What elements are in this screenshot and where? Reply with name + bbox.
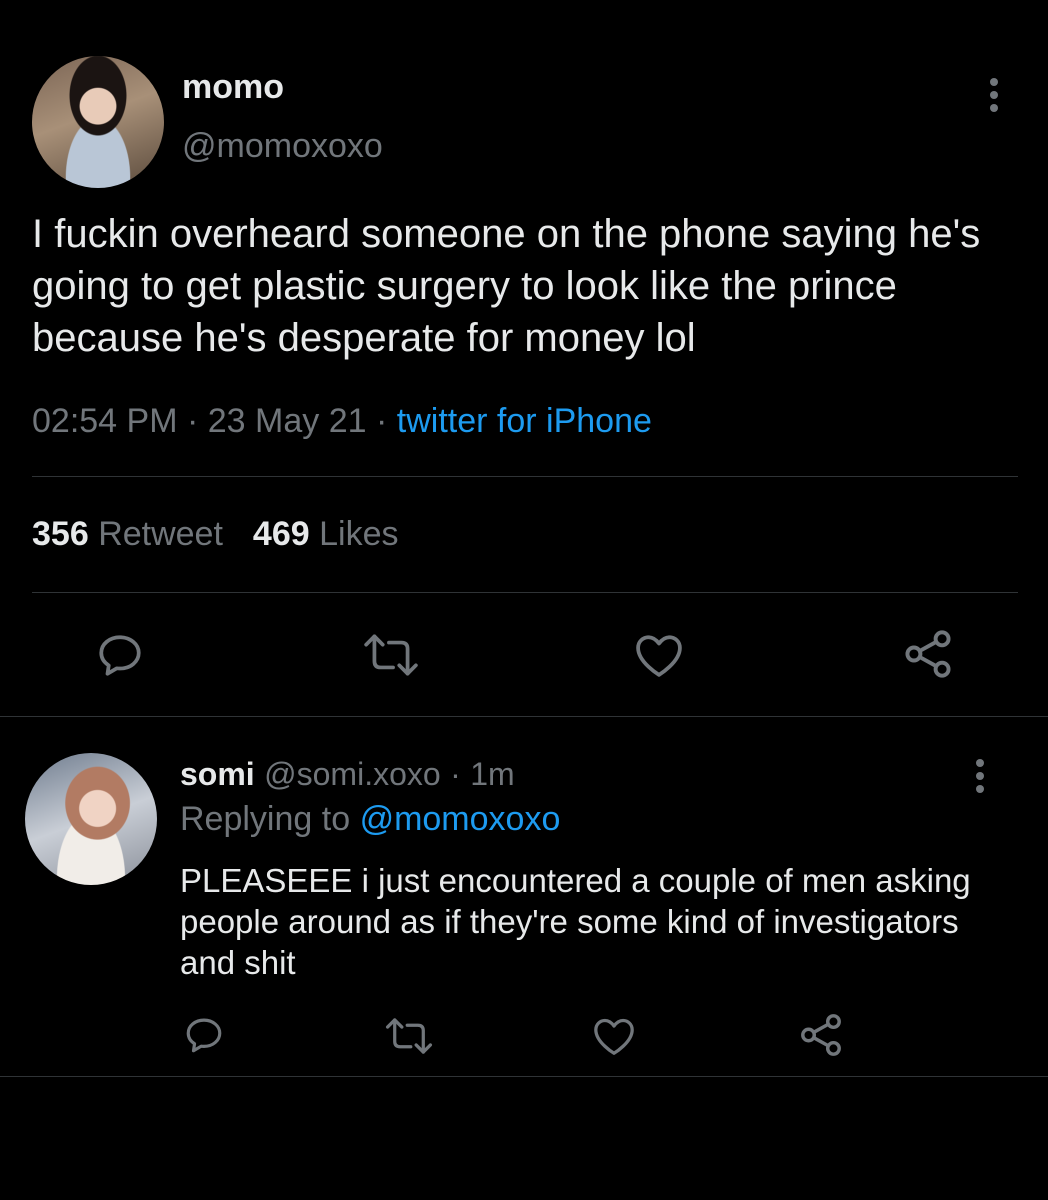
tweet-source-link[interactable]: twitter for iPhone <box>397 402 652 440</box>
divider <box>32 592 1018 593</box>
more-vertical-icon[interactable] <box>970 757 990 802</box>
retweet-count: 356 <box>32 515 89 553</box>
reply-icon[interactable] <box>94 630 146 680</box>
author-display-name[interactable]: momo <box>182 68 284 107</box>
reply-display-name[interactable]: somi <box>180 756 255 792</box>
retweet-label: Retweet <box>98 515 223 553</box>
reply-text: PLEASEEE i just encountered a couple of … <box>180 862 971 981</box>
like-stat[interactable]: 469 Likes <box>253 515 399 553</box>
reply-icon[interactable] <box>182 1014 226 1056</box>
reply-header: somi @somi.xoxo · 1m <box>180 755 515 794</box>
reply-handle[interactable]: @somi.xoxo <box>264 756 441 792</box>
like-count: 469 <box>252 515 310 553</box>
reply-avatar[interactable] <box>25 753 157 885</box>
retweet-icon[interactable] <box>362 632 420 678</box>
tweet-date: 23 May 21 <box>207 402 367 440</box>
replying-to: Replying to @momoxoxo <box>180 800 560 839</box>
meta-separator: · <box>450 756 461 792</box>
share-icon[interactable] <box>902 628 954 680</box>
heart-icon[interactable] <box>592 1016 636 1056</box>
share-icon[interactable] <box>798 1012 844 1058</box>
tweet-stats: 356 Retweet 469 Likes <box>32 515 398 554</box>
divider <box>0 716 1048 717</box>
more-vertical-icon[interactable] <box>984 76 1004 121</box>
heart-icon[interactable] <box>633 632 685 678</box>
retweet-stat[interactable]: 356 Retweet <box>32 515 223 553</box>
tweet-meta: 02:54 PM · 23 May 21 · twitter for iPhon… <box>32 402 652 441</box>
tweet-text: I fuckin overheard someone on the phone … <box>32 212 981 360</box>
divider <box>0 1076 1048 1077</box>
replying-label: Replying to <box>180 800 351 838</box>
avatar[interactable] <box>32 56 164 188</box>
retweet-icon[interactable] <box>384 1016 434 1056</box>
author-handle[interactable]: @momoxoxo <box>182 127 383 166</box>
meta-separator: · <box>186 402 208 440</box>
tweet-time: 02:54 PM <box>32 402 178 440</box>
divider <box>32 476 1018 477</box>
like-label: Likes <box>319 515 399 553</box>
meta-separator: · <box>375 402 397 440</box>
replying-mention-link[interactable]: @momoxoxo <box>360 800 561 838</box>
reply-time: 1m <box>470 756 515 792</box>
